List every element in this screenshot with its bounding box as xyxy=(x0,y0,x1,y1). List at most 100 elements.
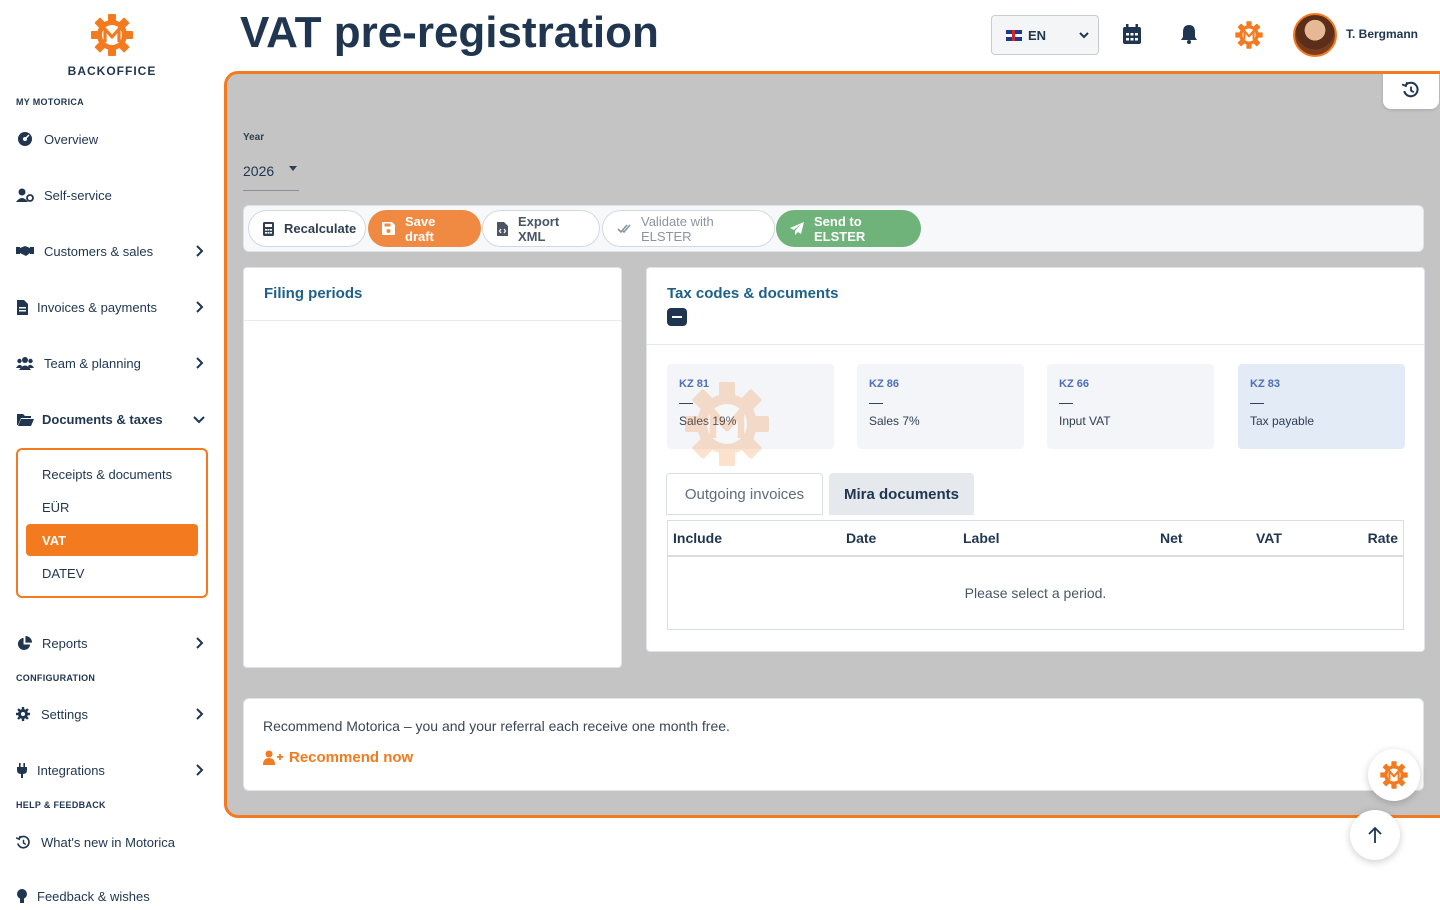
language-select[interactable]: EN xyxy=(991,15,1099,55)
sidebar-item-documents-taxes[interactable]: Documents & taxes xyxy=(16,405,210,433)
motorica-logo-icon xyxy=(1380,761,1408,789)
empty-state-text: Please select a period. xyxy=(964,585,1107,601)
sidebar-item-self-service[interactable]: Self-service xyxy=(16,181,210,209)
users-icon xyxy=(16,354,34,372)
tab-mira-documents[interactable]: Mira documents xyxy=(829,473,974,515)
sidebar-item-feedback[interactable]: Feedback & wishes xyxy=(16,882,210,910)
kz-code: KZ 83 xyxy=(1250,378,1280,390)
chevron-right-icon xyxy=(196,708,204,720)
paper-plane-icon xyxy=(790,222,804,235)
sidebar-item-label: Settings xyxy=(41,706,88,722)
sidebar-item-label: Feedback & wishes xyxy=(37,888,150,904)
sidebar-item-settings[interactable]: Settings xyxy=(16,700,210,728)
sidebar: BACKOFFICE MY MOTORICA Overview Self-ser… xyxy=(0,0,224,904)
kz-code: KZ 66 xyxy=(1059,378,1089,390)
brand[interactable]: BACKOFFICE xyxy=(0,12,224,78)
kz-value: — xyxy=(1059,394,1073,410)
gauge-icon xyxy=(16,130,34,148)
section-label-help-feedback: HELP & FEEDBACK xyxy=(16,800,106,810)
tab-outgoing-invoices[interactable]: Outgoing invoices xyxy=(666,473,823,515)
sidebar-item-overview[interactable]: Overview xyxy=(16,125,210,153)
chevron-right-icon xyxy=(196,357,204,369)
save-draft-button[interactable]: Save draft xyxy=(368,210,481,247)
year-select[interactable]: 2026 xyxy=(243,159,299,191)
recommend-banner: Recommend Motorica – you and your referr… xyxy=(243,698,1424,791)
tax-codes-title: Tax codes & documents xyxy=(667,285,839,302)
send-elster-button[interactable]: Send to ELSTER xyxy=(776,210,921,247)
recommend-now-link[interactable]: Recommend now xyxy=(263,749,413,766)
kz-value: — xyxy=(1250,394,1264,410)
sidebar-item-integrations[interactable]: Integrations xyxy=(16,756,210,784)
recalculate-button[interactable]: Recalculate xyxy=(248,210,366,247)
scroll-to-top-button[interactable] xyxy=(1350,810,1400,860)
chevron-right-icon xyxy=(196,637,204,649)
calculator-icon xyxy=(263,221,274,236)
table-header: Include Date Label Net VAT Rate xyxy=(668,521,1403,557)
handshake-icon xyxy=(16,242,34,260)
sidebar-item-label: What's new in Motorica xyxy=(41,834,175,850)
section-label-configuration: CONFIGURATION xyxy=(16,673,96,683)
year-label: Year xyxy=(243,132,265,143)
filing-periods-title: Filing periods xyxy=(244,268,621,321)
column-header-label[interactable]: Label xyxy=(963,530,1000,546)
user-plus-icon xyxy=(263,750,283,765)
sidebar-item-label: Team & planning xyxy=(44,355,141,371)
lightbulb-icon xyxy=(16,887,28,905)
export-xml-label: Export XML xyxy=(518,213,560,244)
sidebar-item-invoices-payments[interactable]: Invoices & payments xyxy=(16,293,210,321)
column-header-vat[interactable]: VAT xyxy=(1256,530,1282,546)
user-gear-icon xyxy=(16,186,34,204)
pie-chart-icon xyxy=(16,634,32,652)
user-name[interactable]: T. Bergmann xyxy=(1346,27,1418,41)
column-header-include[interactable]: Include xyxy=(673,530,722,546)
chevron-right-icon xyxy=(196,301,204,313)
sub-item-vat[interactable]: VAT xyxy=(26,524,198,556)
chevron-right-icon xyxy=(196,764,204,776)
history-button[interactable] xyxy=(1383,74,1439,109)
main-content: Year 2026 Recalculate Save draft Export … xyxy=(224,71,1440,818)
motorica-logo-icon xyxy=(89,12,135,58)
assistant-button[interactable] xyxy=(1368,749,1420,801)
export-xml-button[interactable]: Export XML xyxy=(482,210,600,247)
floppy-disk-icon xyxy=(382,222,395,235)
sidebar-item-label: Overview xyxy=(44,131,99,147)
arrow-up-icon xyxy=(1368,826,1382,843)
validate-elster-label: Validate with ELSTER xyxy=(641,213,714,244)
file-code-icon xyxy=(497,221,508,236)
avatar[interactable] xyxy=(1293,13,1337,57)
column-header-date[interactable]: Date xyxy=(846,530,876,546)
sub-item-euer[interactable]: EÜR xyxy=(26,491,198,523)
sidebar-item-reports[interactable]: Reports xyxy=(16,629,210,657)
sidebar-item-label: Self-service xyxy=(44,187,112,203)
history-icon xyxy=(16,833,31,851)
column-header-rate[interactable]: Rate xyxy=(1368,530,1398,546)
check-double-icon xyxy=(617,223,631,234)
kz-value: — xyxy=(869,394,883,410)
chevron-down-icon xyxy=(193,416,205,424)
gear-icon xyxy=(16,705,30,723)
kz-box: KZ 66 — Input VAT xyxy=(1047,364,1214,449)
recalculate-label: Recalculate xyxy=(284,221,357,236)
collapse-icon[interactable] xyxy=(667,308,687,326)
sidebar-item-team-planning[interactable]: Team & planning xyxy=(16,349,210,377)
recommend-text: Recommend Motorica – you and your referr… xyxy=(263,718,730,734)
send-elster-label: Send to ELSTER xyxy=(814,213,866,244)
invoice-icon xyxy=(16,298,28,316)
action-toolbar: Recalculate Save draft Export XML Valida… xyxy=(243,205,1424,252)
year-value: 2026 xyxy=(243,163,275,179)
sidebar-item-label: Customers & sales xyxy=(44,243,154,259)
calendar-icon[interactable] xyxy=(1120,22,1144,46)
validate-elster-button[interactable]: Validate with ELSTER xyxy=(602,210,775,247)
sub-item-receipts-documents[interactable]: Receipts & documents xyxy=(26,458,198,490)
motorica-logo-icon[interactable] xyxy=(1233,19,1265,51)
sidebar-item-whats-new[interactable]: What's new in Motorica xyxy=(16,828,210,856)
sub-item-datev[interactable]: DATEV xyxy=(26,557,198,589)
language-value: EN xyxy=(1028,27,1047,43)
documents-table: Include Date Label Net VAT Rate Please s… xyxy=(667,520,1404,630)
column-header-net[interactable]: Net xyxy=(1160,530,1183,546)
uk-flag-icon xyxy=(1006,29,1022,41)
bell-icon[interactable] xyxy=(1177,22,1201,46)
kz-label: Input VAT xyxy=(1059,414,1111,428)
sidebar-item-customers-sales[interactable]: Customers & sales xyxy=(16,237,210,265)
kz-box: KZ 83 — Tax payable xyxy=(1238,364,1405,449)
